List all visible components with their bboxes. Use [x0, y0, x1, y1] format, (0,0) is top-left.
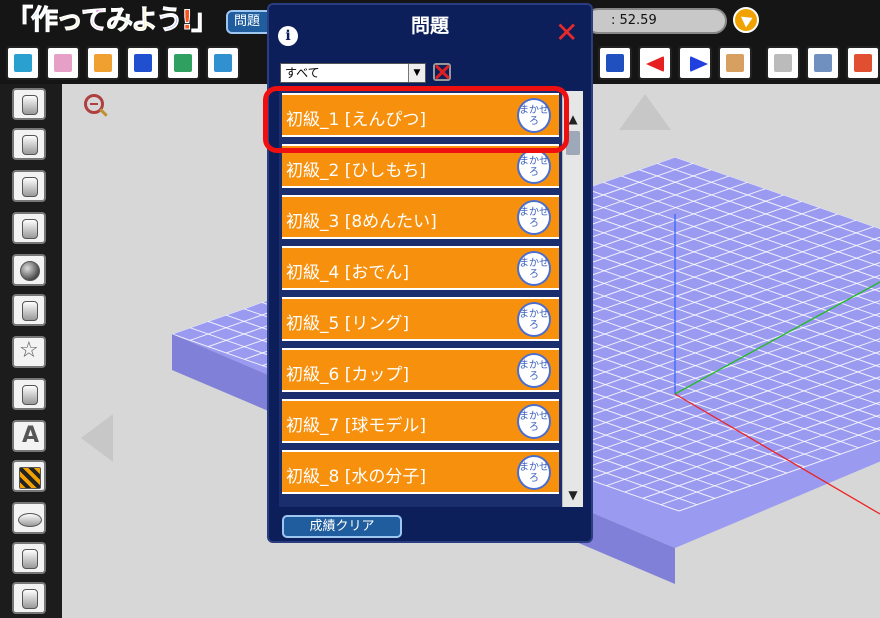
wedge-icon[interactable]	[12, 212, 46, 244]
list-item-problem-5[interactable]: 初級_5 [リング] まかせろ	[282, 297, 559, 341]
star-icon[interactable]	[12, 336, 46, 368]
list-item-problem-6[interactable]: 初級_6 [カップ] まかせろ	[282, 348, 559, 392]
chevron-down-icon[interactable]: ▼	[563, 485, 583, 505]
zoom-out-icon[interactable]	[84, 94, 104, 114]
sphere-icon[interactable]	[12, 254, 46, 286]
redo-arrow-icon[interactable]	[678, 46, 712, 80]
list-item-problem-4[interactable]: 初級_4 [おでん] まかせろ	[282, 246, 559, 290]
prism-icon[interactable]	[12, 170, 46, 202]
text-shape-icon[interactable]	[12, 420, 46, 452]
list-item-problem-7[interactable]: 初級_7 [球モデル] まかせろ	[282, 399, 559, 443]
list-item-problem-8[interactable]: 初級_8 [水の分子] まかせろ	[282, 450, 559, 494]
add-cube-icon[interactable]	[6, 46, 40, 80]
mirror-icon[interactable]	[598, 46, 632, 80]
share-icon[interactable]	[846, 46, 880, 80]
pan-up-arrow-icon[interactable]	[619, 94, 671, 130]
undo-arrow-icon[interactable]	[638, 46, 672, 80]
item-label: 初級_8 [水の分子]	[286, 467, 426, 487]
problem-list: 初級_1 [えんぴつ] まかせろ 初級_2 [ひしもち] まかせろ 初級_3 […	[279, 91, 583, 507]
flower-badge-icon: まかせろ	[517, 200, 551, 235]
paint-brush-icon[interactable]	[718, 46, 752, 80]
flower-badge-icon: まかせろ	[517, 455, 551, 490]
item-label: 初級_6 [カップ]	[286, 365, 409, 385]
move-object-icon[interactable]	[166, 46, 200, 80]
timer-display: : 52.59	[585, 8, 727, 34]
app-window: 「作ってみよう!」 問題 : 52.59 ☆ A i 問題 ✕ すべて ▼ 初級…	[0, 0, 880, 618]
disc-icon[interactable]	[12, 502, 46, 534]
export-icon[interactable]	[126, 46, 160, 80]
block-icon[interactable]	[12, 542, 46, 574]
reset-scores-button[interactable]: 成績クリア	[282, 515, 402, 538]
item-label: 初級_5 [リング]	[286, 314, 409, 334]
pointer-mode-icon[interactable]	[733, 7, 759, 33]
flower-badge-icon: まかせろ	[517, 149, 551, 184]
texture-icon[interactable]	[12, 460, 46, 492]
item-label: 初級_2 [ひしもち]	[286, 161, 426, 181]
list-scrollbar[interactable]: ▲ ▼	[562, 91, 583, 507]
pan-left-arrow-icon[interactable]	[81, 414, 113, 462]
chevron-down-icon[interactable]: ▼	[408, 64, 425, 82]
flower-badge-icon: まかせろ	[517, 251, 551, 286]
stacked-blocks-icon[interactable]	[12, 582, 46, 614]
rotate-object-icon[interactable]	[206, 46, 240, 80]
flower-badge-icon: まかせろ	[517, 353, 551, 388]
filter-selected-value: すべて	[285, 66, 320, 80]
app-logo: 「作ってみよう!」	[6, 4, 219, 36]
hourglass-icon[interactable]	[12, 378, 46, 410]
walk-view-icon[interactable]	[766, 46, 800, 80]
cube-icon[interactable]	[12, 128, 46, 160]
item-label: 初級_4 [おでん]	[286, 263, 409, 283]
problem-dialog: i 問題 ✕ すべて ▼ 初級_1 [えんぴつ] まかせろ 初級_2 [ひしもち…	[267, 3, 593, 543]
flower-badge-icon: まかせろ	[517, 302, 551, 337]
flower-badge-icon: まかせろ	[517, 404, 551, 439]
item-label: 初級_7 [球モデル]	[286, 416, 426, 436]
import-icon[interactable]	[86, 46, 120, 80]
item-label: 初級_3 [8めんたい]	[286, 212, 437, 232]
category-filter-select[interactable]: すべて ▼	[280, 63, 426, 83]
camera-icon[interactable]	[806, 46, 840, 80]
add-box-icon[interactable]	[46, 46, 80, 80]
cylinder-icon[interactable]	[12, 88, 46, 120]
clear-filter-icon[interactable]	[433, 63, 451, 81]
dialog-title: 問題	[410, 15, 449, 37]
close-icon[interactable]: ✕	[555, 19, 578, 47]
tube-icon[interactable]	[12, 294, 46, 326]
highlight-frame	[263, 86, 569, 153]
shape-palette	[0, 84, 62, 618]
list-item-problem-3[interactable]: 初級_3 [8めんたい] まかせろ	[282, 195, 559, 239]
